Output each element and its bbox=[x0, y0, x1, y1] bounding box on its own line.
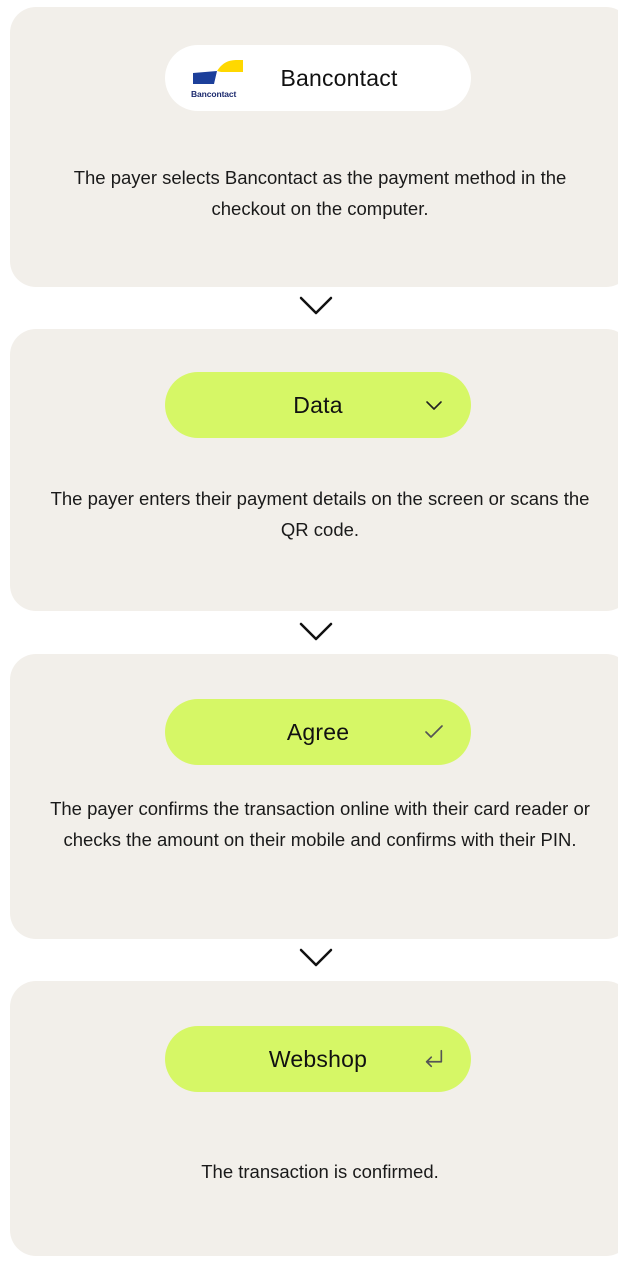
data-pill[interactable]: Data bbox=[165, 372, 471, 438]
chevron-down-icon bbox=[299, 622, 333, 641]
step-card-data: Data The payer enters their payment deta… bbox=[10, 329, 618, 611]
step-card-bancontact: Bancontact Bancontact The payer selects … bbox=[10, 7, 618, 287]
chevron-down-icon bbox=[423, 394, 445, 416]
step-card-agree: Agree The payer confirms the transaction… bbox=[10, 654, 618, 939]
bancontact-logo-mark bbox=[193, 59, 243, 84]
step-description: The payer enters their payment details o… bbox=[50, 488, 590, 540]
step-description: The payer selects Bancontact as the paym… bbox=[73, 167, 567, 219]
step-label: Webshop bbox=[268, 1045, 368, 1072]
chevron-down-icon bbox=[299, 948, 333, 967]
agree-pill[interactable]: Agree bbox=[165, 699, 471, 765]
return-arrow-icon bbox=[423, 1048, 445, 1070]
bancontact-logo-text: Bancontact bbox=[191, 89, 237, 99]
check-icon bbox=[423, 721, 445, 743]
step-label: Data bbox=[293, 391, 343, 418]
step-description: The transaction is confirmed. bbox=[201, 1161, 439, 1182]
step-label: Agree bbox=[286, 718, 350, 745]
bancontact-pill: Bancontact Bancontact bbox=[165, 45, 471, 111]
bancontact-logo: Bancontact bbox=[191, 57, 255, 99]
step-label: Bancontact bbox=[280, 64, 398, 91]
step-description: The payer confirms the transaction onlin… bbox=[50, 798, 590, 850]
step-card-webshop: Webshop The transaction is confirmed. bbox=[10, 981, 618, 1256]
chevron-down-icon bbox=[299, 296, 333, 315]
webshop-pill[interactable]: Webshop bbox=[165, 1026, 471, 1092]
